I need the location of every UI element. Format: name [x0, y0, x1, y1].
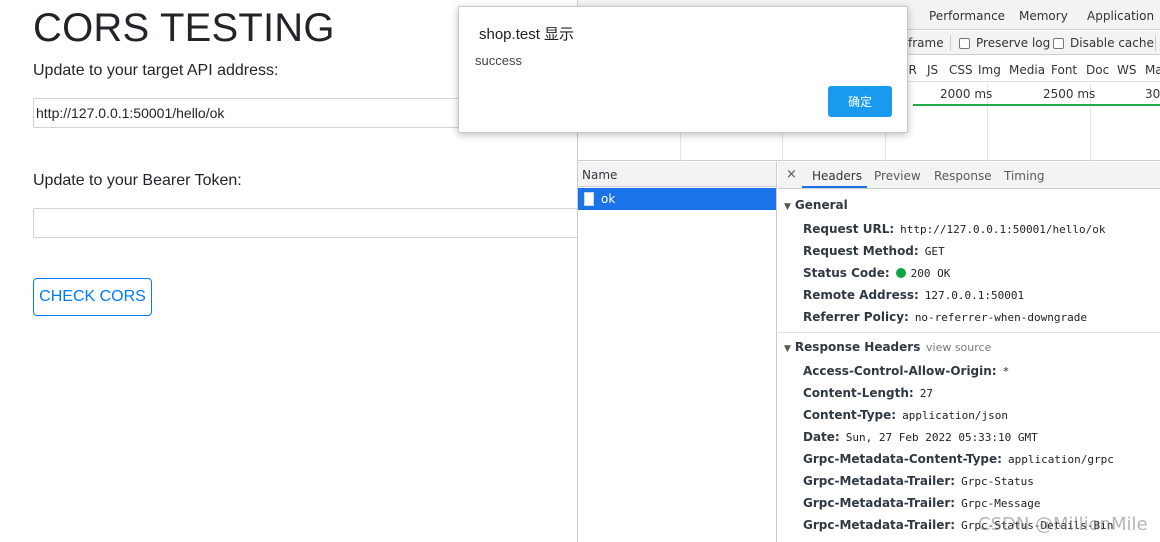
- request-row-ok[interactable]: ok: [578, 188, 776, 210]
- status-code-value: 200 OK: [910, 266, 951, 280]
- remote-address-key: Remote Address:: [803, 288, 919, 302]
- referrer-policy-key: Referrer Policy:: [803, 310, 909, 324]
- remote-address-row: Remote Address: 127.0.0.1:50001: [803, 288, 1024, 302]
- disable-cache-checkbox[interactable]: Disable cache: [1053, 36, 1154, 50]
- alert-dialog: shop.test 显示 success 确定: [458, 6, 908, 133]
- active-tab-indicator: [802, 186, 867, 188]
- filter-media[interactable]: Media: [1009, 63, 1045, 77]
- response-header-row: Content-Type: application/json: [803, 408, 1008, 422]
- header-key: Grpc-Metadata-Trailer:: [803, 474, 956, 488]
- status-ok-icon: [895, 268, 906, 278]
- response-header-row: Grpc-Metadata-Trailer: Grpc-Status: [803, 474, 1034, 488]
- response-headers-section-header[interactable]: ▼ Response Headers: [784, 340, 920, 354]
- header-key: Access-Control-Allow-Origin:: [803, 364, 997, 378]
- header-key: Content-Type:: [803, 408, 897, 422]
- section-divider: [778, 332, 1160, 333]
- general-title: General: [794, 198, 848, 212]
- close-icon[interactable]: ×: [786, 167, 797, 182]
- check-cors-button[interactable]: CHECK CORS: [33, 278, 152, 316]
- toolbar-divider: [950, 35, 951, 51]
- preserve-log-label: Preserve log: [976, 36, 1051, 50]
- remote-address-value: 127.0.0.1:50001: [924, 288, 1025, 302]
- alert-ok-button[interactable]: 确定: [828, 86, 892, 117]
- header-key: Content-Length:: [803, 386, 914, 400]
- toolbar-divider: [1155, 35, 1156, 51]
- disable-cache-label: Disable cache: [1070, 36, 1154, 50]
- request-details: × Headers Preview Response Timing ▼ Gener…: [778, 162, 1160, 542]
- timeline-label: 2500 ms: [1043, 87, 1096, 101]
- filter-doc[interactable]: Doc: [1086, 63, 1109, 77]
- status-code-key: Status Code:: [803, 266, 890, 280]
- header-value: application/grpc: [1007, 452, 1114, 466]
- filter-js[interactable]: JS: [927, 63, 938, 77]
- general-section-header[interactable]: ▼ General: [784, 198, 848, 212]
- request-url-value: http://127.0.0.1:50001/hello/ok: [900, 222, 1106, 236]
- name-column-header[interactable]: Name: [578, 162, 776, 187]
- header-value: application/json: [902, 408, 1009, 422]
- header-key: Date:: [803, 430, 840, 444]
- bearer-token-input[interactable]: [33, 208, 577, 238]
- filter-manifest[interactable]: Ma: [1145, 63, 1160, 77]
- response-headers-title: Response Headers: [794, 340, 921, 354]
- bearer-token-label: Update to your Bearer Token:: [33, 172, 242, 189]
- header-value: Grpc-Message: [961, 496, 1041, 510]
- timeline-label: 2000 ms: [940, 87, 993, 101]
- checkbox-icon: [959, 37, 970, 49]
- alert-title: shop.test 显示: [479, 26, 575, 43]
- response-header-row: Date: Sun, 27 Feb 2022 05:33:10 GMT: [803, 430, 1038, 444]
- tab-timing[interactable]: Timing: [1004, 169, 1045, 183]
- header-key: Grpc-Metadata-Trailer:: [803, 496, 956, 510]
- status-code-row: Status Code: 200 OK: [803, 266, 950, 280]
- request-name: ok: [601, 192, 616, 206]
- view-source-link[interactable]: view source: [926, 341, 991, 354]
- request-method-key: Request Method:: [803, 244, 919, 258]
- timeline-activity-bar: [913, 104, 1160, 106]
- tab-memory[interactable]: Memory: [1019, 9, 1068, 23]
- request-url-key: Request URL:: [803, 222, 895, 236]
- api-address-label: Update to your target API address:: [33, 62, 279, 79]
- filter-font[interactable]: Font: [1051, 63, 1077, 77]
- header-key: Grpc-Metadata-Content-Type:: [803, 452, 1002, 466]
- request-method-value: GET: [924, 244, 945, 258]
- header-value: *: [1002, 364, 1010, 378]
- page-title: CORS TESTING: [33, 6, 335, 50]
- filter-ws[interactable]: WS: [1117, 63, 1136, 77]
- header-key: Grpc-Metadata-Trailer:: [803, 518, 956, 532]
- frame-label: frame: [908, 36, 944, 50]
- referrer-policy-value: no-referrer-when-downgrade: [914, 310, 1087, 324]
- triangle-down-icon: ▼: [784, 202, 791, 212]
- detail-tab-bar: × Headers Preview Response Timing: [778, 162, 1160, 189]
- tab-response[interactable]: Response: [934, 169, 992, 183]
- checkbox-icon: [1053, 37, 1064, 49]
- response-header-row: Grpc-Metadata-Trailer: Grpc-Message: [803, 496, 1041, 510]
- header-value: Grpc-Status: [961, 474, 1034, 488]
- response-header-row: Access-Control-Allow-Origin: *: [803, 364, 1009, 378]
- alert-message: success: [475, 53, 522, 68]
- header-value: 27: [919, 386, 933, 400]
- response-header-row: Content-Length: 27: [803, 386, 933, 400]
- watermark: CSDN @MillionMile: [978, 514, 1148, 535]
- response-header-row: Grpc-Metadata-Content-Type: application/…: [803, 452, 1114, 466]
- referrer-policy-row: Referrer Policy: no-referrer-when-downgr…: [803, 310, 1087, 324]
- request-method-row: Request Method: GET: [803, 244, 945, 258]
- request-list: Name ok: [578, 162, 777, 542]
- tab-preview[interactable]: Preview: [874, 169, 921, 183]
- preserve-log-checkbox[interactable]: Preserve log: [959, 36, 1050, 50]
- header-value: Sun, 27 Feb 2022 05:33:10 GMT: [845, 430, 1038, 444]
- tab-performance[interactable]: Performance: [929, 9, 1005, 23]
- document-icon: [584, 192, 594, 206]
- triangle-down-icon: ▼: [784, 344, 791, 354]
- tab-headers[interactable]: Headers: [812, 169, 862, 183]
- tab-application[interactable]: Application: [1087, 9, 1154, 23]
- timeline-label: 300: [1145, 87, 1160, 101]
- request-url-row: Request URL: http://127.0.0.1:50001/hell…: [803, 222, 1105, 236]
- filter-css[interactable]: CSS: [949, 63, 973, 77]
- filter-img[interactable]: Img: [978, 63, 1001, 77]
